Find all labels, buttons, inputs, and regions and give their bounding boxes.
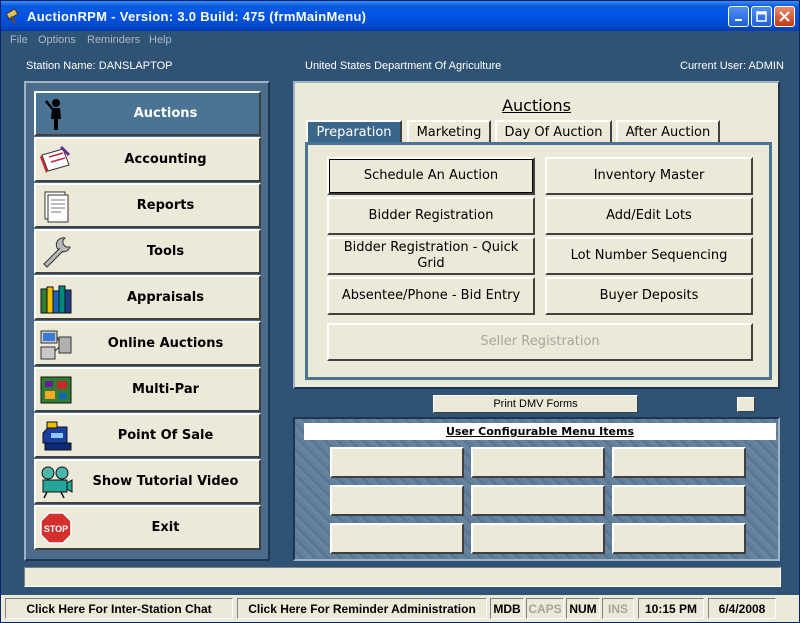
user-menu-slot[interactable] [471, 447, 605, 478]
nav-label: Reports [136, 198, 195, 213]
user-menu-title: User Configurable Menu Items [304, 423, 776, 440]
small-blank-button[interactable] [737, 397, 755, 412]
inventory-master-button[interactable]: Inventory Master [545, 157, 753, 195]
report-document-icon [44, 191, 69, 223]
mdb-indicator: MDB [490, 598, 524, 619]
books-icon [40, 285, 72, 314]
lot-number-sequencing-button[interactable]: Lot Number Sequencing [545, 237, 753, 275]
title-bar[interactable]: AuctionRPM - Version: 3.0 Build: 475 (fr… [1, 1, 799, 31]
rpm-app-icon [6, 8, 19, 24]
nav-label: Exit [151, 520, 180, 535]
svg-text:STOP: STOP [44, 524, 68, 534]
nav-label: Show Tutorial Video [92, 474, 239, 489]
nav-label: Tools [146, 244, 185, 259]
nav-reports-button[interactable]: Reports [34, 183, 261, 228]
minimize-button[interactable] [728, 6, 749, 27]
tab-day-of-auction[interactable]: Day Of Auction [495, 120, 612, 142]
nav-label: Appraisals [126, 290, 205, 305]
nav-point-of-sale-button[interactable]: Point Of Sale [34, 413, 261, 458]
menu-options[interactable]: Options [38, 34, 76, 46]
cash-register-icon [42, 421, 72, 451]
nav-panel: Auctions Accounting Reports Tools Apprai… [24, 81, 270, 561]
tab-after-auction[interactable]: After Auction [616, 120, 720, 142]
nav-label: Online Auctions [107, 336, 224, 351]
user-menu-slot[interactable] [471, 485, 605, 516]
ins-indicator: INS [602, 598, 634, 619]
nav-appraisals-button[interactable]: Appraisals [34, 275, 261, 320]
window-title: AuctionRPM - Version: 3.0 Build: 475 (fr… [27, 9, 367, 24]
nav-exit-button[interactable]: STOP Exit [34, 505, 261, 550]
menu-file[interactable]: File [10, 34, 28, 46]
menu-reminders[interactable]: Reminders [87, 34, 140, 46]
user-configurable-menu-panel: User Configurable Menu Items [293, 417, 780, 561]
inter-station-chat-button[interactable]: Click Here For Inter-Station Chat [5, 598, 233, 619]
status-bar: Click Here For Inter-Station Chat Click … [1, 595, 799, 622]
date-display: 6/4/2008 [708, 598, 776, 619]
maximize-icon [756, 11, 767, 22]
minimize-icon [734, 18, 742, 21]
nav-accounting-button[interactable]: Accounting [34, 137, 261, 182]
panel-title: Auctions [502, 96, 571, 115]
nav-auctions-button[interactable]: Auctions [34, 91, 261, 136]
nav-label: Point Of Sale [117, 428, 214, 443]
menu-help[interactable]: Help [149, 34, 172, 46]
schedule-auction-button[interactable]: Schedule An Auction [327, 157, 535, 195]
user-menu-slot[interactable] [471, 523, 605, 554]
user-menu-slot[interactable] [612, 485, 746, 516]
auctions-panel: Auctions Preparation Marketing Day Of Au… [293, 81, 780, 389]
preparation-tab-content: Schedule An Auction Inventory Master Bid… [305, 142, 772, 380]
current-user: Current User: ADMIN [680, 60, 784, 72]
user-menu-slot[interactable] [612, 447, 746, 478]
checkbook-icon [40, 145, 71, 173]
wrench-icon [43, 237, 71, 268]
add-edit-lots-button[interactable]: Add/Edit Lots [545, 197, 753, 235]
film-projector-icon [41, 466, 73, 499]
nav-multi-par-button[interactable]: Multi-Par [34, 367, 261, 412]
auctioneer-icon [45, 99, 61, 130]
close-button[interactable] [774, 6, 795, 27]
caps-indicator: CAPS [526, 598, 564, 619]
user-menu-slot[interactable] [330, 485, 464, 516]
tab-preparation[interactable]: Preparation [306, 120, 402, 142]
nav-label: Multi-Par [131, 382, 200, 397]
station-name: Station Name: DANSLAPTOP [26, 60, 173, 72]
menu-bar: File Options Reminders Help [1, 31, 799, 51]
progress-bar [24, 567, 781, 587]
tab-marketing[interactable]: Marketing [407, 120, 491, 142]
user-menu-slot[interactable] [330, 523, 464, 554]
seller-registration-button[interactable]: Seller Registration [327, 323, 753, 361]
bidder-registration-quick-grid-button[interactable]: Bidder Registration - Quick Grid [327, 237, 535, 275]
network-computer-icon [40, 330, 72, 360]
organization-name: United States Department Of Agriculture [305, 60, 502, 72]
user-menu-slot[interactable] [330, 447, 464, 478]
nav-tutorial-video-button[interactable]: Show Tutorial Video [34, 459, 261, 504]
num-indicator: NUM [566, 598, 600, 619]
circuit-board-icon [40, 376, 72, 404]
close-icon [779, 11, 790, 22]
bidder-registration-button[interactable]: Bidder Registration [327, 197, 535, 235]
stop-sign-icon: STOP [40, 512, 72, 544]
print-dmv-forms-button[interactable]: Print DMV Forms [433, 395, 638, 413]
time-display: 10:15 PM [638, 598, 704, 619]
main-window: AuctionRPM - Version: 3.0 Build: 475 (fr… [0, 0, 800, 623]
nav-label: Accounting [124, 152, 207, 167]
nav-tools-button[interactable]: Tools [34, 229, 261, 274]
user-menu-slot[interactable] [612, 523, 746, 554]
nav-online-auctions-button[interactable]: Online Auctions [34, 321, 261, 366]
reminder-administration-button[interactable]: Click Here For Reminder Administration [237, 598, 487, 619]
maximize-button[interactable] [751, 6, 772, 27]
nav-label: Auctions [133, 106, 198, 121]
absentee-bid-entry-button[interactable]: Absentee/Phone - Bid Entry [327, 277, 535, 315]
buyer-deposits-button[interactable]: Buyer Deposits [545, 277, 753, 315]
